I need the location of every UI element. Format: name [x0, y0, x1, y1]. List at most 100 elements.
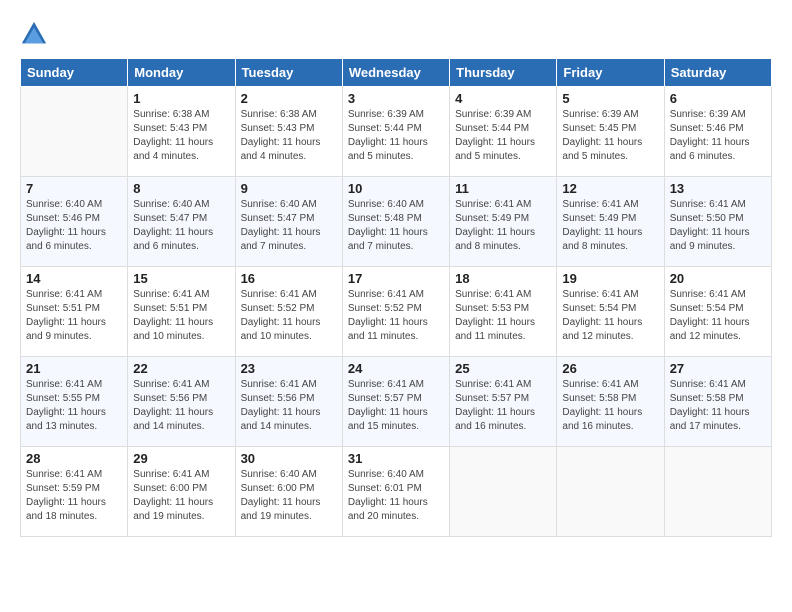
day-info: Sunrise: 6:40 AM Sunset: 5:47 PM Dayligh… — [133, 198, 229, 254]
day-number: 24 — [348, 361, 444, 376]
day-number: 9 — [241, 181, 337, 196]
calendar-day-cell: 8 Sunrise: 6:40 AM Sunset: 5:47 PM Daylig… — [128, 177, 235, 267]
day-number: 7 — [26, 181, 122, 196]
calendar-day-cell: 30Sunrise: 6:40 AM Sunset: 6:00 PM Dayli… — [235, 447, 342, 537]
day-info: Sunrise: 6:41 AM Sunset: 5:51 PM Dayligh… — [133, 288, 229, 344]
day-info: Sunrise: 6:41 AM Sunset: 5:49 PM Dayligh… — [562, 198, 658, 254]
weekday-header-thursday: Thursday — [450, 59, 557, 87]
day-number: 28 — [26, 451, 122, 466]
calendar-day-cell: 16 Sunrise: 6:41 AM Sunset: 5:52 PM Dayli… — [235, 267, 342, 357]
calendar-day-cell: 3Sunrise: 6:39 AM Sunset: 5:44 PM Daylig… — [342, 87, 449, 177]
day-info: Sunrise: 6:41 AM Sunset: 5:54 PM Dayligh… — [562, 288, 658, 344]
day-info: Sunrise: 6:41 AM Sunset: 5:52 PM Dayligh… — [348, 288, 444, 344]
calendar-day-cell: 9 Sunrise: 6:40 AM Sunset: 5:47 PM Daylig… — [235, 177, 342, 267]
day-number: 14 — [26, 271, 122, 286]
day-info: Sunrise: 6:39 AM Sunset: 5:46 PM Dayligh… — [670, 108, 766, 164]
day-number: 4 — [455, 91, 551, 106]
day-info: Sunrise: 6:41 AM Sunset: 5:57 PM Dayligh… — [455, 378, 551, 434]
day-info: Sunrise: 6:41 AM Sunset: 5:57 PM Dayligh… — [348, 378, 444, 434]
calendar-day-cell: 23 Sunrise: 6:41 AM Sunset: 5:56 PM Dayli… — [235, 357, 342, 447]
calendar-day-cell: 18 Sunrise: 6:41 AM Sunset: 5:53 PM Dayli… — [450, 267, 557, 357]
calendar-week-row: 1Sunrise: 6:38 AM Sunset: 5:43 PM Daylig… — [21, 87, 772, 177]
day-info: Sunrise: 6:41 AM Sunset: 5:50 PM Dayligh… — [670, 198, 766, 254]
day-number: 25 — [455, 361, 551, 376]
weekday-header-sunday: Sunday — [21, 59, 128, 87]
day-number: 16 — [241, 271, 337, 286]
day-info: Sunrise: 6:41 AM Sunset: 5:54 PM Dayligh… — [670, 288, 766, 344]
day-info: Sunrise: 6:39 AM Sunset: 5:44 PM Dayligh… — [348, 108, 444, 164]
calendar-day-cell: 19 Sunrise: 6:41 AM Sunset: 5:54 PM Dayli… — [557, 267, 664, 357]
day-info: Sunrise: 6:41 AM Sunset: 5:56 PM Dayligh… — [241, 378, 337, 434]
calendar-day-cell — [664, 447, 771, 537]
logo-icon — [20, 20, 48, 48]
day-info: Sunrise: 6:41 AM Sunset: 5:58 PM Dayligh… — [670, 378, 766, 434]
weekday-header-row: SundayMondayTuesdayWednesdayThursdayFrid… — [21, 59, 772, 87]
calendar-day-cell: 13 Sunrise: 6:41 AM Sunset: 5:50 PM Dayli… — [664, 177, 771, 267]
calendar-day-cell: 24 Sunrise: 6:41 AM Sunset: 5:57 PM Dayli… — [342, 357, 449, 447]
day-info: Sunrise: 6:39 AM Sunset: 5:45 PM Dayligh… — [562, 108, 658, 164]
day-number: 22 — [133, 361, 229, 376]
day-number: 5 — [562, 91, 658, 106]
calendar-day-cell: 27 Sunrise: 6:41 AM Sunset: 5:58 PM Dayli… — [664, 357, 771, 447]
calendar-day-cell: 28 Sunrise: 6:41 AM Sunset: 5:59 PM Dayli… — [21, 447, 128, 537]
day-info: Sunrise: 6:41 AM Sunset: 5:56 PM Dayligh… — [133, 378, 229, 434]
calendar-day-cell: 25 Sunrise: 6:41 AM Sunset: 5:57 PM Dayli… — [450, 357, 557, 447]
day-number: 12 — [562, 181, 658, 196]
day-info: Sunrise: 6:40 AM Sunset: 6:01 PM Dayligh… — [348, 468, 444, 524]
calendar-day-cell — [21, 87, 128, 177]
day-info: Sunrise: 6:41 AM Sunset: 5:53 PM Dayligh… — [455, 288, 551, 344]
day-number: 15 — [133, 271, 229, 286]
day-number: 19 — [562, 271, 658, 286]
day-number: 10 — [348, 181, 444, 196]
day-number: 6 — [670, 91, 766, 106]
calendar-day-cell: 21Sunrise: 6:41 AM Sunset: 5:55 PM Dayli… — [21, 357, 128, 447]
day-info: Sunrise: 6:41 AM Sunset: 5:51 PM Dayligh… — [26, 288, 122, 344]
calendar-week-row: 14 Sunrise: 6:41 AM Sunset: 5:51 PM Dayli… — [21, 267, 772, 357]
calendar-day-cell — [557, 447, 664, 537]
day-number: 27 — [670, 361, 766, 376]
weekday-header-monday: Monday — [128, 59, 235, 87]
day-number: 2 — [241, 91, 337, 106]
day-info: Sunrise: 6:41 AM Sunset: 5:52 PM Dayligh… — [241, 288, 337, 344]
calendar-day-cell: 31 Sunrise: 6:40 AM Sunset: 6:01 PM Dayli… — [342, 447, 449, 537]
day-info: Sunrise: 6:41 AM Sunset: 5:58 PM Dayligh… — [562, 378, 658, 434]
day-info: Sunrise: 6:40 AM Sunset: 5:46 PM Dayligh… — [26, 198, 122, 254]
calendar-day-cell: 6 Sunrise: 6:39 AM Sunset: 5:46 PM Daylig… — [664, 87, 771, 177]
day-number: 18 — [455, 271, 551, 286]
day-info: Sunrise: 6:41 AM Sunset: 5:49 PM Dayligh… — [455, 198, 551, 254]
weekday-header-wednesday: Wednesday — [342, 59, 449, 87]
day-info: Sunrise: 6:40 AM Sunset: 5:47 PM Dayligh… — [241, 198, 337, 254]
day-number: 21 — [26, 361, 122, 376]
day-info: Sunrise: 6:40 AM Sunset: 5:48 PM Dayligh… — [348, 198, 444, 254]
day-number: 31 — [348, 451, 444, 466]
calendar-day-cell: 20Sunrise: 6:41 AM Sunset: 5:54 PM Dayli… — [664, 267, 771, 357]
calendar-day-cell: 17 Sunrise: 6:41 AM Sunset: 5:52 PM Dayli… — [342, 267, 449, 357]
weekday-header-friday: Friday — [557, 59, 664, 87]
calendar-day-cell: 5 Sunrise: 6:39 AM Sunset: 5:45 PM Daylig… — [557, 87, 664, 177]
day-number: 17 — [348, 271, 444, 286]
calendar-week-row: 28 Sunrise: 6:41 AM Sunset: 5:59 PM Dayli… — [21, 447, 772, 537]
calendar-day-cell: 15 Sunrise: 6:41 AM Sunset: 5:51 PM Dayli… — [128, 267, 235, 357]
day-info: Sunrise: 6:41 AM Sunset: 5:59 PM Dayligh… — [26, 468, 122, 524]
day-info: Sunrise: 6:41 AM Sunset: 6:00 PM Dayligh… — [133, 468, 229, 524]
calendar-week-row: 21Sunrise: 6:41 AM Sunset: 5:55 PM Dayli… — [21, 357, 772, 447]
weekday-header-saturday: Saturday — [664, 59, 771, 87]
day-info: Sunrise: 6:39 AM Sunset: 5:44 PM Dayligh… — [455, 108, 551, 164]
day-number: 13 — [670, 181, 766, 196]
calendar-day-cell: 12 Sunrise: 6:41 AM Sunset: 5:49 PM Dayli… — [557, 177, 664, 267]
day-number: 1 — [133, 91, 229, 106]
calendar-day-cell: 7 Sunrise: 6:40 AM Sunset: 5:46 PM Daylig… — [21, 177, 128, 267]
day-number: 23 — [241, 361, 337, 376]
calendar-day-cell: 22 Sunrise: 6:41 AM Sunset: 5:56 PM Dayli… — [128, 357, 235, 447]
day-number: 8 — [133, 181, 229, 196]
day-number: 26 — [562, 361, 658, 376]
logo — [20, 20, 52, 48]
day-info: Sunrise: 6:40 AM Sunset: 6:00 PM Dayligh… — [241, 468, 337, 524]
calendar-day-cell: 14 Sunrise: 6:41 AM Sunset: 5:51 PM Dayli… — [21, 267, 128, 357]
calendar-day-cell: 29Sunrise: 6:41 AM Sunset: 6:00 PM Dayli… — [128, 447, 235, 537]
calendar-day-cell: 2Sunrise: 6:38 AM Sunset: 5:43 PM Daylig… — [235, 87, 342, 177]
calendar-table: SundayMondayTuesdayWednesdayThursdayFrid… — [20, 58, 772, 537]
calendar-day-cell — [450, 447, 557, 537]
calendar-day-cell: 4 Sunrise: 6:39 AM Sunset: 5:44 PM Daylig… — [450, 87, 557, 177]
calendar-day-cell: 26 Sunrise: 6:41 AM Sunset: 5:58 PM Dayli… — [557, 357, 664, 447]
